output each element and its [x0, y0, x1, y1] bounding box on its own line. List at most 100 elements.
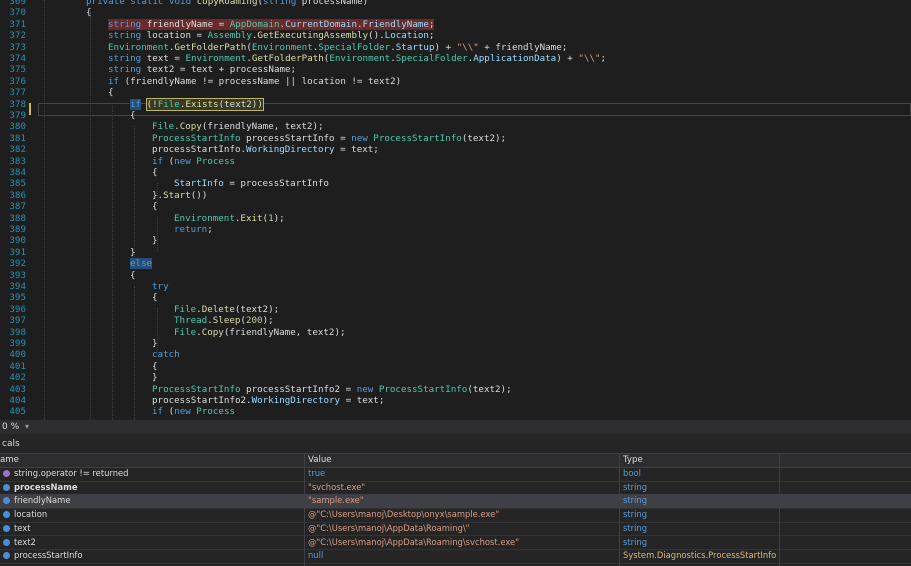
code-line[interactable]: 404 processStartInfo2.WorkingDirectory = …	[0, 395, 911, 406]
code-line[interactable]: 374 string text = Environment.GetFolderPa…	[0, 53, 911, 64]
line-number: 373	[9, 41, 26, 53]
variable-name: text	[14, 522, 31, 533]
code-line[interactable]: 377 {	[0, 87, 911, 98]
code-text: if (!File.Exists(text2))	[130, 97, 264, 111]
code-line[interactable]: 393 {	[0, 270, 911, 281]
code-text: File.Copy(friendlyName, text2);	[174, 327, 346, 338]
code-token: processStartInfo.	[152, 144, 247, 156]
variable-value[interactable]: @"C:\Users\manoj\Desktop\onyx\sample.exe…	[308, 508, 620, 522]
code-token: string	[108, 18, 147, 30]
code-token: ;	[207, 224, 213, 235]
code-line[interactable]: 382 processStartInfo.WorkingDirectory = t…	[0, 144, 911, 155]
locals-row[interactable]: string.operator != returned true bool	[0, 467, 911, 482]
code-token: catch	[152, 349, 180, 361]
locals-row[interactable]: friendlyName "sample.exe" string	[0, 494, 911, 509]
code-text: return;	[174, 224, 213, 235]
locals-row[interactable]: processName "svchost.exe" string	[0, 481, 911, 496]
code-line[interactable]: 395 {	[0, 292, 911, 303]
code-line[interactable]: 400 catch	[0, 349, 911, 360]
code-token: (!	[146, 98, 158, 110]
column-header-value[interactable]: Value	[308, 454, 332, 467]
code-line[interactable]: 390}	[0, 235, 911, 246]
line-number: 404	[9, 395, 26, 406]
code-token: ())	[190, 189, 208, 201]
code-line[interactable]: 378 if (!File.Exists(text2))	[0, 97, 911, 111]
variable-name: string.operator != returned	[14, 468, 129, 478]
code-line[interactable]: 392 else	[0, 258, 911, 270]
code-line[interactable]: 394 try	[0, 281, 911, 292]
code-line[interactable]: 402}	[0, 372, 911, 383]
code-text: }	[152, 338, 158, 349]
variable-value[interactable]: "svchost.exe"	[308, 481, 620, 495]
variable-value[interactable]: null	[308, 549, 620, 563]
code-line[interactable]: 370 {	[0, 7, 911, 18]
code-line[interactable]: 403 ProcessStartInfo processStartInfo2 = …	[0, 384, 911, 395]
line-number: 398	[9, 326, 26, 338]
code-line[interactable]: 391}	[0, 247, 911, 258]
code-line[interactable]: 381 ProcessStartInfo processStartInfo = n…	[0, 133, 911, 144]
code-line[interactable]: 379 {	[0, 110, 911, 121]
code-token: CurrentDomain	[285, 18, 357, 30]
code-token: {	[86, 7, 92, 19]
line-number: 397	[9, 315, 26, 327]
variable-name-cell: text	[0, 522, 303, 536]
code-line[interactable]: 389 return;	[0, 224, 911, 235]
locals-row[interactable]: processStartInfo null System.Diagnostics.P…	[0, 549, 911, 564]
locals-row[interactable]: text @"C:\Users\manoj\AppData\Roaming\" st…	[0, 522, 911, 537]
code-line[interactable]: 388 Environment.Exit(1);	[0, 213, 911, 224]
code-line[interactable]: 383 if (new Process	[0, 156, 911, 167]
code-text: StartInfo = processStartInfo	[174, 178, 329, 189]
code-line[interactable]: 376 if (friendlyName != processName || lo…	[0, 76, 911, 87]
code-token: string	[108, 64, 147, 76]
line-number: 400	[9, 349, 26, 361]
column-header-type[interactable]: Type	[623, 454, 643, 467]
zoom-level[interactable]: 0 %	[2, 420, 19, 434]
code-line[interactable]: 385 StartInfo = processStartInfo	[0, 178, 911, 189]
code-token: (friendlyName, text2);	[201, 121, 324, 133]
code-line[interactable]: 373 Environment.GetFolderPath(Environment…	[0, 42, 911, 53]
code-line[interactable]: 369 private static void copyRoaming(strin…	[0, 0, 911, 7]
code-token: processName)	[301, 0, 369, 7]
line-number: 372	[9, 30, 26, 42]
variable-name-cell: text2	[0, 536, 303, 550]
code-text: }	[152, 235, 158, 246]
column-divider[interactable]	[779, 453, 780, 566]
code-line[interactable]: 380 File.Copy(friendlyName, text2);	[0, 121, 911, 132]
variable-type: string	[623, 536, 648, 547]
code-line[interactable]: 397 Thread.Sleep(200);	[0, 315, 911, 326]
code-token: (friendlyName != processName || location…	[124, 75, 402, 87]
code-token: Exists	[185, 98, 219, 110]
local-variable-icon	[3, 511, 10, 519]
code-editor[interactable]: 369 private static void copyRoaming(strin…	[0, 0, 911, 420]
zoom-dropdown-icon[interactable]: ▾	[25, 420, 29, 434]
variable-value[interactable]: @"C:\Users\manoj\AppData\Roaming\svchost…	[308, 536, 620, 550]
code-line[interactable]: 386}.Start())	[0, 190, 911, 201]
code-line[interactable]: 375 string text2 = text + processName;	[0, 64, 911, 75]
variable-value[interactable]: @"C:\Users\manoj\AppData\Roaming\"	[308, 522, 620, 536]
code-line[interactable]: 372 string location = Assembly.GetExecuti…	[0, 30, 911, 41]
variable-type: string	[623, 509, 648, 520]
variable-name-cell: friendlyName	[0, 494, 303, 508]
code-line[interactable]: 398 File.Copy(friendlyName, text2);	[0, 327, 911, 338]
variable-value[interactable]: true	[308, 467, 620, 481]
code-line[interactable]: 371 string friendlyName = AppDomain.Curre…	[0, 18, 911, 31]
code-token: return	[174, 224, 208, 235]
code-line[interactable]: 405 if (new Process	[0, 406, 911, 417]
column-divider[interactable]	[304, 453, 305, 566]
line-number: 394	[9, 281, 26, 292]
code-line[interactable]: 384 {	[0, 167, 911, 178]
code-line[interactable]: 396 File.Delete(text2);	[0, 304, 911, 315]
code-line[interactable]: 399}	[0, 338, 911, 349]
code-line[interactable]: 401 {	[0, 361, 911, 372]
column-header-name[interactable]: ame	[0, 454, 19, 467]
code-token: }.	[152, 189, 164, 201]
variable-value[interactable]: "sample.exe"	[308, 494, 620, 508]
code-text: try	[152, 281, 169, 292]
locals-row[interactable]: location @"C:\Users\manoj\Desktop\onyx\sa…	[0, 508, 911, 523]
local-variable-icon	[3, 538, 10, 546]
column-divider[interactable]	[619, 453, 620, 566]
code-line[interactable]: 387 {	[0, 201, 911, 212]
code-token: location =	[146, 30, 208, 42]
locals-row[interactable]: text2 @"C:\Users\manoj\AppData\Roaming\sv…	[0, 536, 911, 550]
code-token: Environment	[251, 41, 313, 53]
